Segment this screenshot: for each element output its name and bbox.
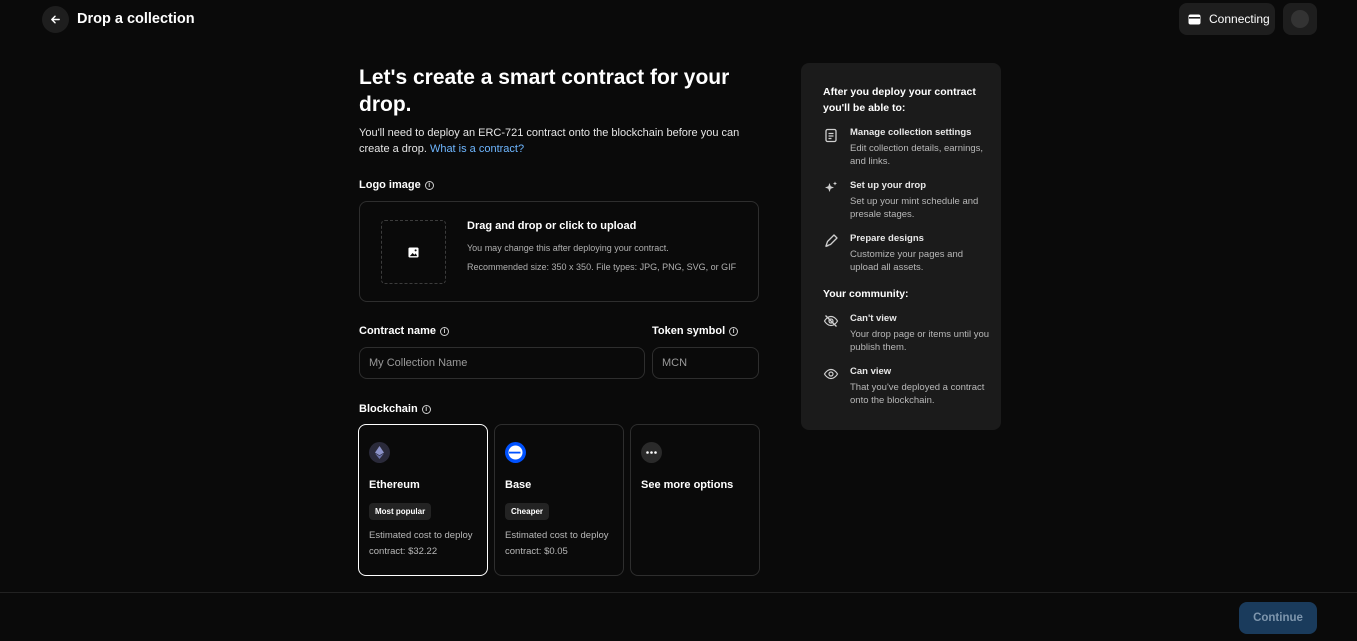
- community-title: Your community:: [823, 288, 909, 300]
- continue-button[interactable]: Continue: [1239, 602, 1317, 634]
- contract-name-input[interactable]: [359, 347, 645, 379]
- connect-label: Connecting: [1209, 12, 1270, 26]
- panel-item-title: Prepare designs: [850, 233, 924, 244]
- blockchain-option-ethereum[interactable]: Ethereum Most popular Estimated cost to …: [358, 424, 488, 576]
- panel-item-title: Set up your drop: [850, 180, 926, 191]
- chain-name: See more options: [641, 479, 734, 491]
- info-icon[interactable]: i: [424, 180, 434, 190]
- info-icon[interactable]: i: [421, 404, 431, 414]
- contract-name-label-text: Contract name: [359, 325, 437, 337]
- chain-cost: Estimated cost to deploy contract: $0.05: [505, 530, 609, 557]
- avatar: [1291, 10, 1309, 28]
- chain-badge: Cheaper: [505, 503, 550, 520]
- blockchain-option-more[interactable]: See more options: [630, 424, 760, 576]
- panel-item-desc: Edit collection details, earnings, and l…: [850, 143, 984, 167]
- logo-upload-dropzone[interactable]: Drag and drop or click to upload You may…: [359, 201, 759, 302]
- eye-off-icon: [823, 315, 839, 327]
- blockchain-label-text: Blockchain: [359, 403, 418, 415]
- main-heading: Let's create a smart contract for your d…: [359, 66, 730, 116]
- info-icon[interactable]: i: [440, 326, 450, 336]
- arrow-left-icon: [51, 15, 60, 24]
- chain-name: Base: [505, 479, 532, 491]
- contract-name-label: Contract name i: [359, 325, 450, 337]
- upload-thumbnail: [381, 220, 446, 284]
- panel-title: After you deploy your contract you'll be…: [823, 86, 976, 114]
- panel-item-desc: Set up your mint schedule and presale st…: [850, 196, 979, 220]
- more-horizontal-icon: [641, 442, 662, 463]
- chain-name: Ethereum: [369, 479, 420, 491]
- token-symbol-label: Token symbol i: [652, 325, 739, 337]
- page-title: Drop a collection: [77, 11, 195, 27]
- connect-wallet-button[interactable]: Connecting: [1179, 3, 1275, 35]
- ethereum-icon: [369, 442, 390, 463]
- blockchain-label: Blockchain i: [359, 403, 431, 415]
- intro-subtext: You'll need to deploy an ERC-721 contrac…: [359, 127, 740, 155]
- wallet-icon: [1188, 14, 1201, 24]
- logo-image-label-text: Logo image: [359, 179, 421, 191]
- base-icon: [505, 442, 526, 463]
- info-panel: After you deploy your contract you'll be…: [801, 63, 1001, 430]
- intro-text: You'll need to deploy an ERC-721 contrac…: [359, 125, 761, 157]
- footer-bar: Continue: [0, 592, 1357, 641]
- upload-note: You may change this after deploying your…: [467, 243, 669, 253]
- panel-item-desc: Your drop page or items until you publis…: [850, 329, 990, 353]
- image-icon: [408, 246, 419, 258]
- panel-item-desc: Customize your pages and upload all asse…: [850, 249, 964, 273]
- eye-icon: [823, 368, 839, 380]
- logo-image-label: Logo image i: [359, 179, 434, 191]
- upload-title: Drag and drop or click to upload: [467, 220, 637, 232]
- profile-button[interactable]: [1283, 3, 1317, 35]
- panel-item-title: Can view: [850, 366, 892, 377]
- blockchain-option-base[interactable]: Base Cheaper Estimated cost to deploy co…: [494, 424, 624, 576]
- top-bar: Drop a collection Connecting: [0, 0, 1357, 38]
- upload-requirements: Recommended size: 350 x 350. File types:…: [467, 262, 737, 272]
- what-is-contract-link[interactable]: What is a contract?: [430, 143, 524, 155]
- panel-item-title: Can't view: [850, 313, 897, 324]
- intro-section: Let's create a smart contract for your d…: [359, 64, 761, 157]
- panel-item-desc: That you've deployed a contract onto the…: [850, 382, 985, 406]
- chain-badge: Most popular: [369, 503, 432, 520]
- chain-cost: Estimated cost to deploy contract: $32.2…: [369, 530, 473, 557]
- back-button[interactable]: [42, 6, 69, 33]
- info-icon[interactable]: i: [729, 326, 739, 336]
- token-symbol-input[interactable]: [652, 347, 759, 379]
- token-symbol-label-text: Token symbol: [652, 325, 726, 337]
- panel-item-title: Manage collection settings: [850, 127, 972, 138]
- sparkle-icon: [825, 181, 837, 192]
- pen-tool-icon: [825, 234, 838, 248]
- clipboard-icon: [825, 128, 837, 143]
